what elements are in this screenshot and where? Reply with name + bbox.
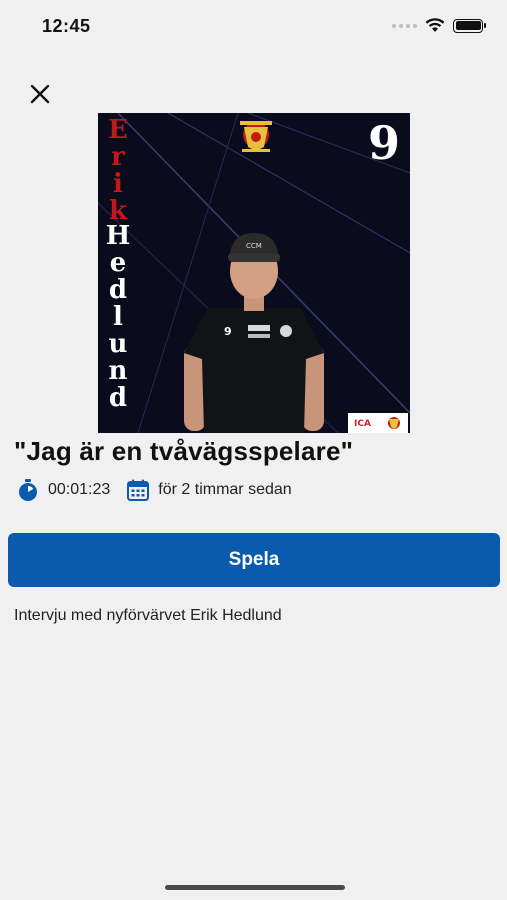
first-name-letter: i: [113, 169, 123, 199]
episode-duration: 00:01:23: [48, 481, 111, 498]
status-icons: [392, 18, 486, 33]
svg-text:ICA: ICA: [354, 419, 371, 429]
wifi-icon: [425, 18, 445, 32]
last-name-letter: H: [105, 221, 131, 251]
last-name-letter: l: [113, 302, 123, 332]
published-time: för 2 timmar sedan: [158, 481, 292, 498]
player-figure: CCM 9: [184, 233, 324, 433]
first-name-letter: E: [108, 115, 128, 145]
player-last-name: Hedlund: [104, 223, 132, 412]
video-thumbnail[interactable]: CCM 9 ICA Erik Hedlund 9: [98, 113, 410, 433]
club-logo-icon: [240, 121, 272, 152]
play-button[interactable]: Spela: [8, 533, 500, 587]
status-bar: 12:45: [0, 0, 507, 56]
battery-icon: [453, 18, 486, 33]
cellular-signal-icon: [392, 23, 417, 28]
first-name-letter: r: [111, 142, 125, 172]
last-name-letter: d: [108, 275, 128, 305]
thumbnail-artwork: CCM 9 ICA: [98, 113, 410, 433]
home-indicator[interactable]: [165, 885, 345, 890]
close-icon: [30, 84, 50, 104]
player-first-name: Erik: [104, 117, 132, 225]
play-button-label: Spela: [228, 549, 280, 570]
stopwatch-icon: [19, 479, 37, 501]
svg-text:9: 9: [224, 325, 232, 338]
episode-title: "Jag är en tvåvägsspelare": [14, 436, 354, 466]
last-name-letter: u: [108, 329, 128, 359]
status-time: 12:45: [42, 16, 91, 36]
svg-text:CCM: CCM: [246, 242, 262, 250]
last-name-letter: e: [109, 248, 127, 278]
last-name-letter: d: [108, 383, 128, 413]
close-button[interactable]: [24, 78, 56, 110]
calendar-icon: [127, 479, 150, 501]
episode-description: Intervju med nyförvärvet Erik Hedlund: [14, 607, 282, 624]
last-name-letter: n: [108, 356, 128, 386]
sponsor-logo: ICA: [348, 413, 408, 433]
episode-meta: 00:01:23 för 2 timmar sedan: [16, 478, 292, 502]
jersey-number: 9: [367, 116, 400, 170]
